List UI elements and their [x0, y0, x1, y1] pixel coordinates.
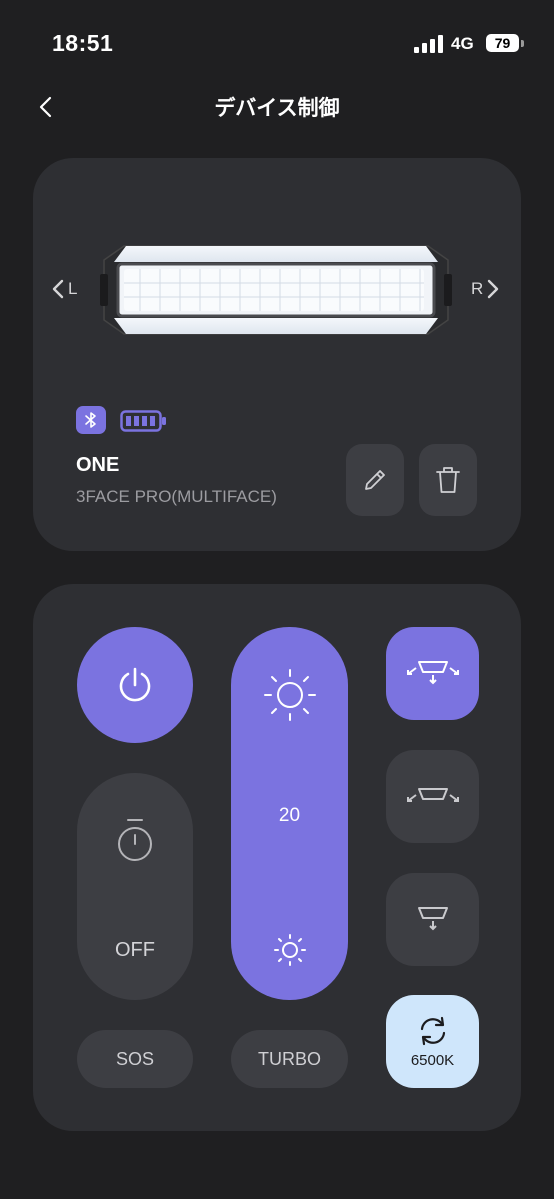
mode-wide-icon	[406, 660, 459, 684]
delete-button[interactable]	[419, 444, 477, 516]
mode-wide-button[interactable]	[386, 627, 479, 720]
sun-small-icon	[272, 932, 308, 973]
nav-right-button[interactable]: R	[471, 279, 499, 299]
chevron-right-icon	[488, 279, 499, 299]
timer-button[interactable]: OFF	[77, 773, 193, 1000]
nav-left-button[interactable]: L	[52, 279, 77, 299]
color-temperature-button[interactable]: 6500K	[386, 995, 479, 1088]
turbo-button[interactable]: TURBO	[231, 1030, 348, 1088]
sun-large-icon	[262, 667, 318, 728]
device-image	[100, 240, 452, 345]
page-title: デバイス制御	[214, 97, 340, 120]
status-battery-tip	[521, 40, 524, 47]
mode-down-icon	[417, 906, 448, 930]
color-temperature-label: 6500K	[410, 1052, 455, 1069]
timer-label: OFF	[115, 939, 155, 961]
device-name: ONE	[76, 454, 120, 476]
cellular-signal-icon	[414, 35, 444, 58]
battery-icon	[120, 410, 168, 437]
nav-right-label: R	[471, 279, 484, 298]
sos-button[interactable]: SOS	[77, 1030, 193, 1088]
status-battery: 79	[486, 34, 519, 52]
brightness-value: 20	[278, 805, 301, 826]
mode-sides-button[interactable]	[386, 750, 479, 843]
power-button[interactable]	[77, 627, 193, 743]
bluetooth-icon	[76, 406, 106, 434]
refresh-icon	[420, 1016, 445, 1046]
mode-down-button[interactable]	[386, 873, 479, 966]
chevron-left-icon	[52, 279, 64, 299]
trash-icon	[436, 467, 460, 493]
device-model: 3FACE PRO(MULTIFACE)	[76, 487, 277, 506]
mode-sides-icon	[406, 787, 459, 802]
brightness-slider[interactable]: 20	[231, 627, 348, 1000]
pencil-icon	[365, 470, 385, 490]
status-time: 18:51	[52, 30, 114, 56]
power-icon	[119, 667, 151, 702]
stopwatch-icon	[114, 817, 156, 868]
nav-left-label: L	[68, 279, 78, 298]
network-type: 4G	[451, 34, 474, 53]
edit-button[interactable]	[346, 444, 404, 516]
